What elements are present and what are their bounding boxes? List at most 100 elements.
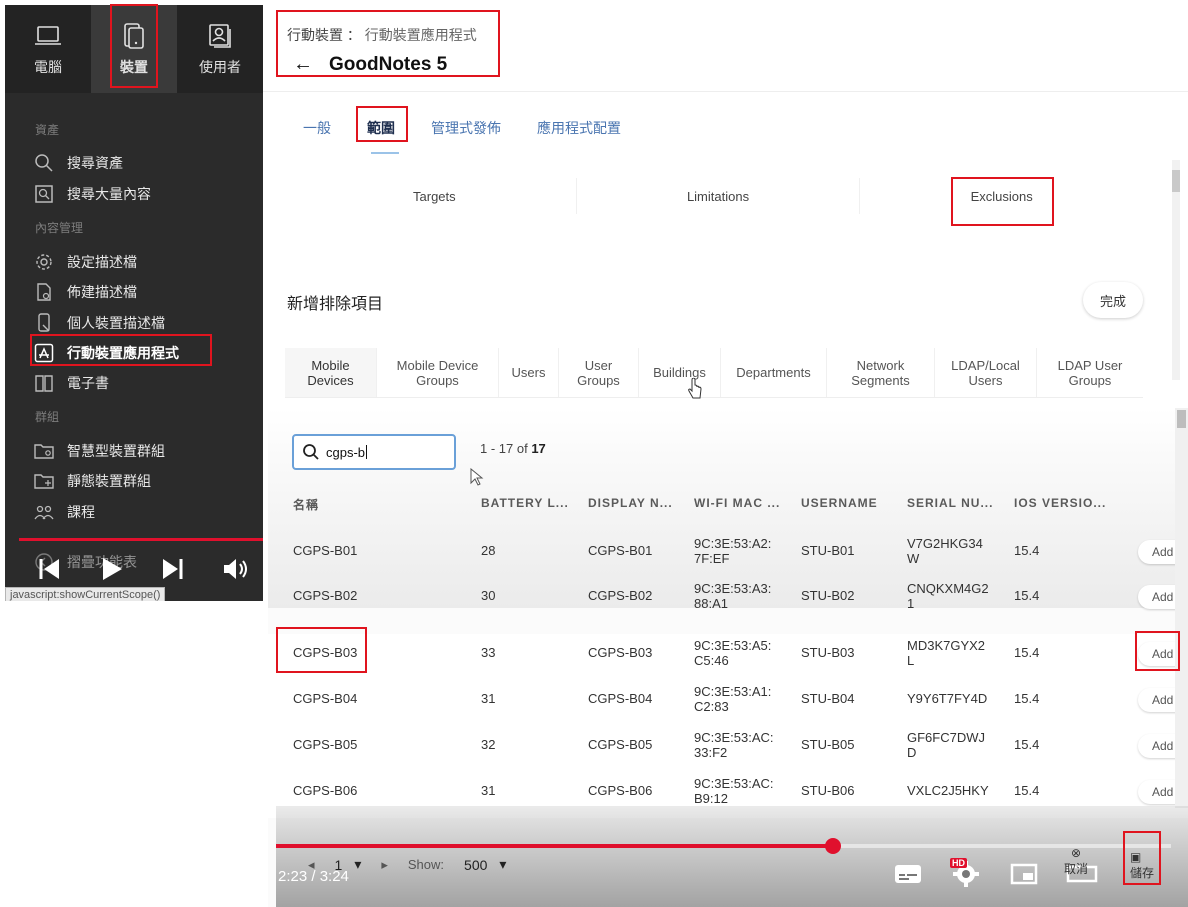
next-icon[interactable] — [159, 555, 187, 583]
category-mobile-devices[interactable]: Mobile Devices — [285, 348, 377, 397]
cell-ios: 15.4 — [1014, 737, 1040, 752]
cell-username: STU-B05 — [801, 737, 855, 752]
volume-icon[interactable] — [221, 555, 249, 583]
sidebar-item-static-device-groups[interactable]: 靜態裝置群組 — [33, 468, 151, 494]
search-input[interactable]: cgps-b — [292, 434, 456, 470]
cell-serial: V7G2HKG34 W — [907, 536, 983, 566]
video-scrubber[interactable] — [825, 838, 841, 854]
document-icon — [33, 281, 55, 303]
segment-targets[interactable]: Targets — [293, 178, 577, 214]
search-icon — [33, 152, 55, 174]
sidebar-item-label: 個人裝置描述檔 — [67, 315, 165, 331]
scope-segment-control: Targets Limitations Exclusions — [293, 178, 1143, 214]
cell-battery: 32 — [481, 737, 496, 752]
category-users[interactable]: Users — [499, 348, 559, 397]
cell-battery: 28 — [481, 543, 496, 558]
result-range: 1 - 17 of — [480, 441, 532, 456]
cell-username: STU-B02 — [801, 588, 855, 603]
sidebar-item-label: 搜尋資產 — [67, 155, 123, 171]
back-arrow-icon[interactable]: ← — [293, 53, 313, 76]
tab-devices-label: 裝置 — [120, 59, 148, 75]
col-username[interactable]: USERNAME — [801, 496, 878, 510]
category-ldap-local-users[interactable]: LDAP/Local Users — [935, 348, 1037, 397]
video-time: 2:23 / 3:24 — [278, 868, 349, 885]
category-departments[interactable]: Departments — [721, 348, 827, 397]
close-circle-icon: ⊗ — [1070, 846, 1082, 860]
category-mobile-device-groups[interactable]: Mobile Device Groups — [377, 348, 499, 397]
sidebar-item-ebooks[interactable]: 電子書 — [33, 370, 109, 396]
tab-computers[interactable]: 電腦 — [5, 5, 91, 93]
cell-display-name: CGPS-B02 — [588, 588, 653, 603]
category-network-segments[interactable]: Network Segments — [827, 348, 935, 397]
cancel-button[interactable]: ⊗ 取消 — [1064, 846, 1088, 877]
play-icon[interactable] — [97, 555, 125, 583]
scrollbar-thumb[interactable] — [1177, 410, 1186, 428]
sidebar-item-mobile-apps[interactable]: 行動裝置應用程式 — [33, 340, 179, 366]
cell-serial: CNQKXM4G2 1 — [907, 581, 989, 611]
sidebar-item-search-assets[interactable]: 搜尋資產 — [33, 150, 123, 176]
hand-cursor-icon — [688, 378, 702, 399]
sidebar-item-label: 行動裝置應用程式 — [67, 345, 179, 361]
category-buildings[interactable]: Buildings — [639, 348, 721, 397]
cell-ios: 15.4 — [1014, 645, 1040, 660]
sidebar-item-config-profiles[interactable]: 設定描述檔 — [33, 249, 137, 275]
sidebar-item-smart-device-groups[interactable]: 智慧型裝置群組 — [33, 438, 165, 464]
tab-managed-distribution[interactable]: 管理式發佈 — [431, 118, 501, 138]
next-page-icon[interactable]: ▸ — [381, 857, 388, 873]
table-row: CGPS-B04 31 CGPS-B04 9C:3E:53:A1: C2:83 … — [268, 680, 1188, 726]
save-icon: ▣ — [1130, 850, 1142, 864]
segment-exclusions[interactable]: Exclusions — [860, 178, 1143, 214]
main-content: 一般 範圍 管理式發佈 應用程式配置 Targets Limitations E… — [263, 92, 1188, 408]
tab-users[interactable]: 使用者 — [177, 5, 263, 93]
done-button[interactable]: 完成 — [1083, 282, 1143, 318]
cell-battery: 33 — [481, 645, 496, 660]
sidebar-item-classes[interactable]: 課程 — [33, 499, 95, 525]
tab-devices[interactable]: 裝置 — [91, 5, 177, 93]
section-groups: 群組 — [35, 410, 60, 424]
cell-display-name: CGPS-B04 — [588, 691, 653, 706]
sidebar-item-personal-device-profiles[interactable]: 個人裝置描述檔 — [33, 310, 165, 336]
smart-folder-icon — [33, 440, 55, 462]
main-scrollbar[interactable] — [1172, 160, 1180, 380]
video-progress-left[interactable] — [19, 538, 263, 541]
cell-wifi-mac: 9C:3E:53:AC: 33:F2 — [694, 730, 774, 760]
col-name[interactable]: 名稱 — [293, 496, 319, 513]
category-user-groups[interactable]: User Groups — [559, 348, 639, 397]
sidebar-item-bulk-search[interactable]: 搜尋大量內容 — [33, 181, 151, 207]
video-progress-remaining[interactable] — [831, 844, 1171, 848]
classes-icon — [33, 501, 55, 523]
col-ios-version[interactable]: IOS VERSIO... — [1014, 496, 1106, 510]
breadcrumb-current[interactable]: 行動裝置應用程式 — [365, 27, 477, 43]
tab-app-configuration[interactable]: 應用程式配置 — [537, 118, 621, 138]
chevron-down-icon: ▾ — [354, 856, 362, 872]
save-button[interactable]: ▣ 儲存 — [1130, 850, 1154, 881]
video-player-controls — [35, 555, 249, 583]
tab-general[interactable]: 一般 — [303, 118, 331, 138]
breadcrumb-parent[interactable]: 行動裝置 — [287, 27, 343, 43]
segment-limitations[interactable]: Limitations — [577, 178, 861, 214]
video-progress-played[interactable] — [276, 844, 831, 848]
category-ldap-user-groups[interactable]: LDAP User Groups — [1037, 348, 1143, 397]
subtitles-icon[interactable] — [892, 858, 924, 890]
device-table-panel: cgps-b 1 - 17 of 17 名稱 BATTERY L... DISP… — [268, 408, 1188, 907]
search-input-value: cgps-b — [326, 444, 366, 460]
page-header: 行動裝置 ： 行動裝置應用程式 ← GoodNotes 5 — [263, 5, 1188, 92]
sidebar-item-provisioning-profiles[interactable]: 佈建描述檔 — [33, 279, 137, 305]
table-scrollbar[interactable] — [1175, 408, 1188, 808]
cell-username: STU-B06 — [801, 783, 855, 798]
save-label: 儲存 — [1130, 866, 1155, 880]
col-battery[interactable]: BATTERY L... — [481, 496, 569, 510]
exclusions-title: 新增排除項目 — [287, 296, 384, 313]
page-size-select[interactable]: 500 ▾ — [464, 856, 506, 873]
miniplayer-icon[interactable] — [1008, 858, 1040, 890]
scrollbar-thumb[interactable] — [1172, 170, 1180, 192]
cell-name: CGPS-B05 — [293, 737, 358, 752]
previous-icon[interactable] — [35, 555, 63, 583]
page-title: GoodNotes 5 — [329, 53, 448, 75]
mobile-device-icon — [124, 23, 144, 49]
tab-scope[interactable]: 範圍 — [367, 118, 399, 154]
col-display-name[interactable]: DISPLAY N... — [588, 496, 673, 510]
col-wifi-mac[interactable]: WI-FI MAC ... — [694, 496, 780, 510]
col-serial-number[interactable]: SERIAL NU... — [907, 496, 993, 510]
cell-ios: 15.4 — [1014, 691, 1040, 706]
